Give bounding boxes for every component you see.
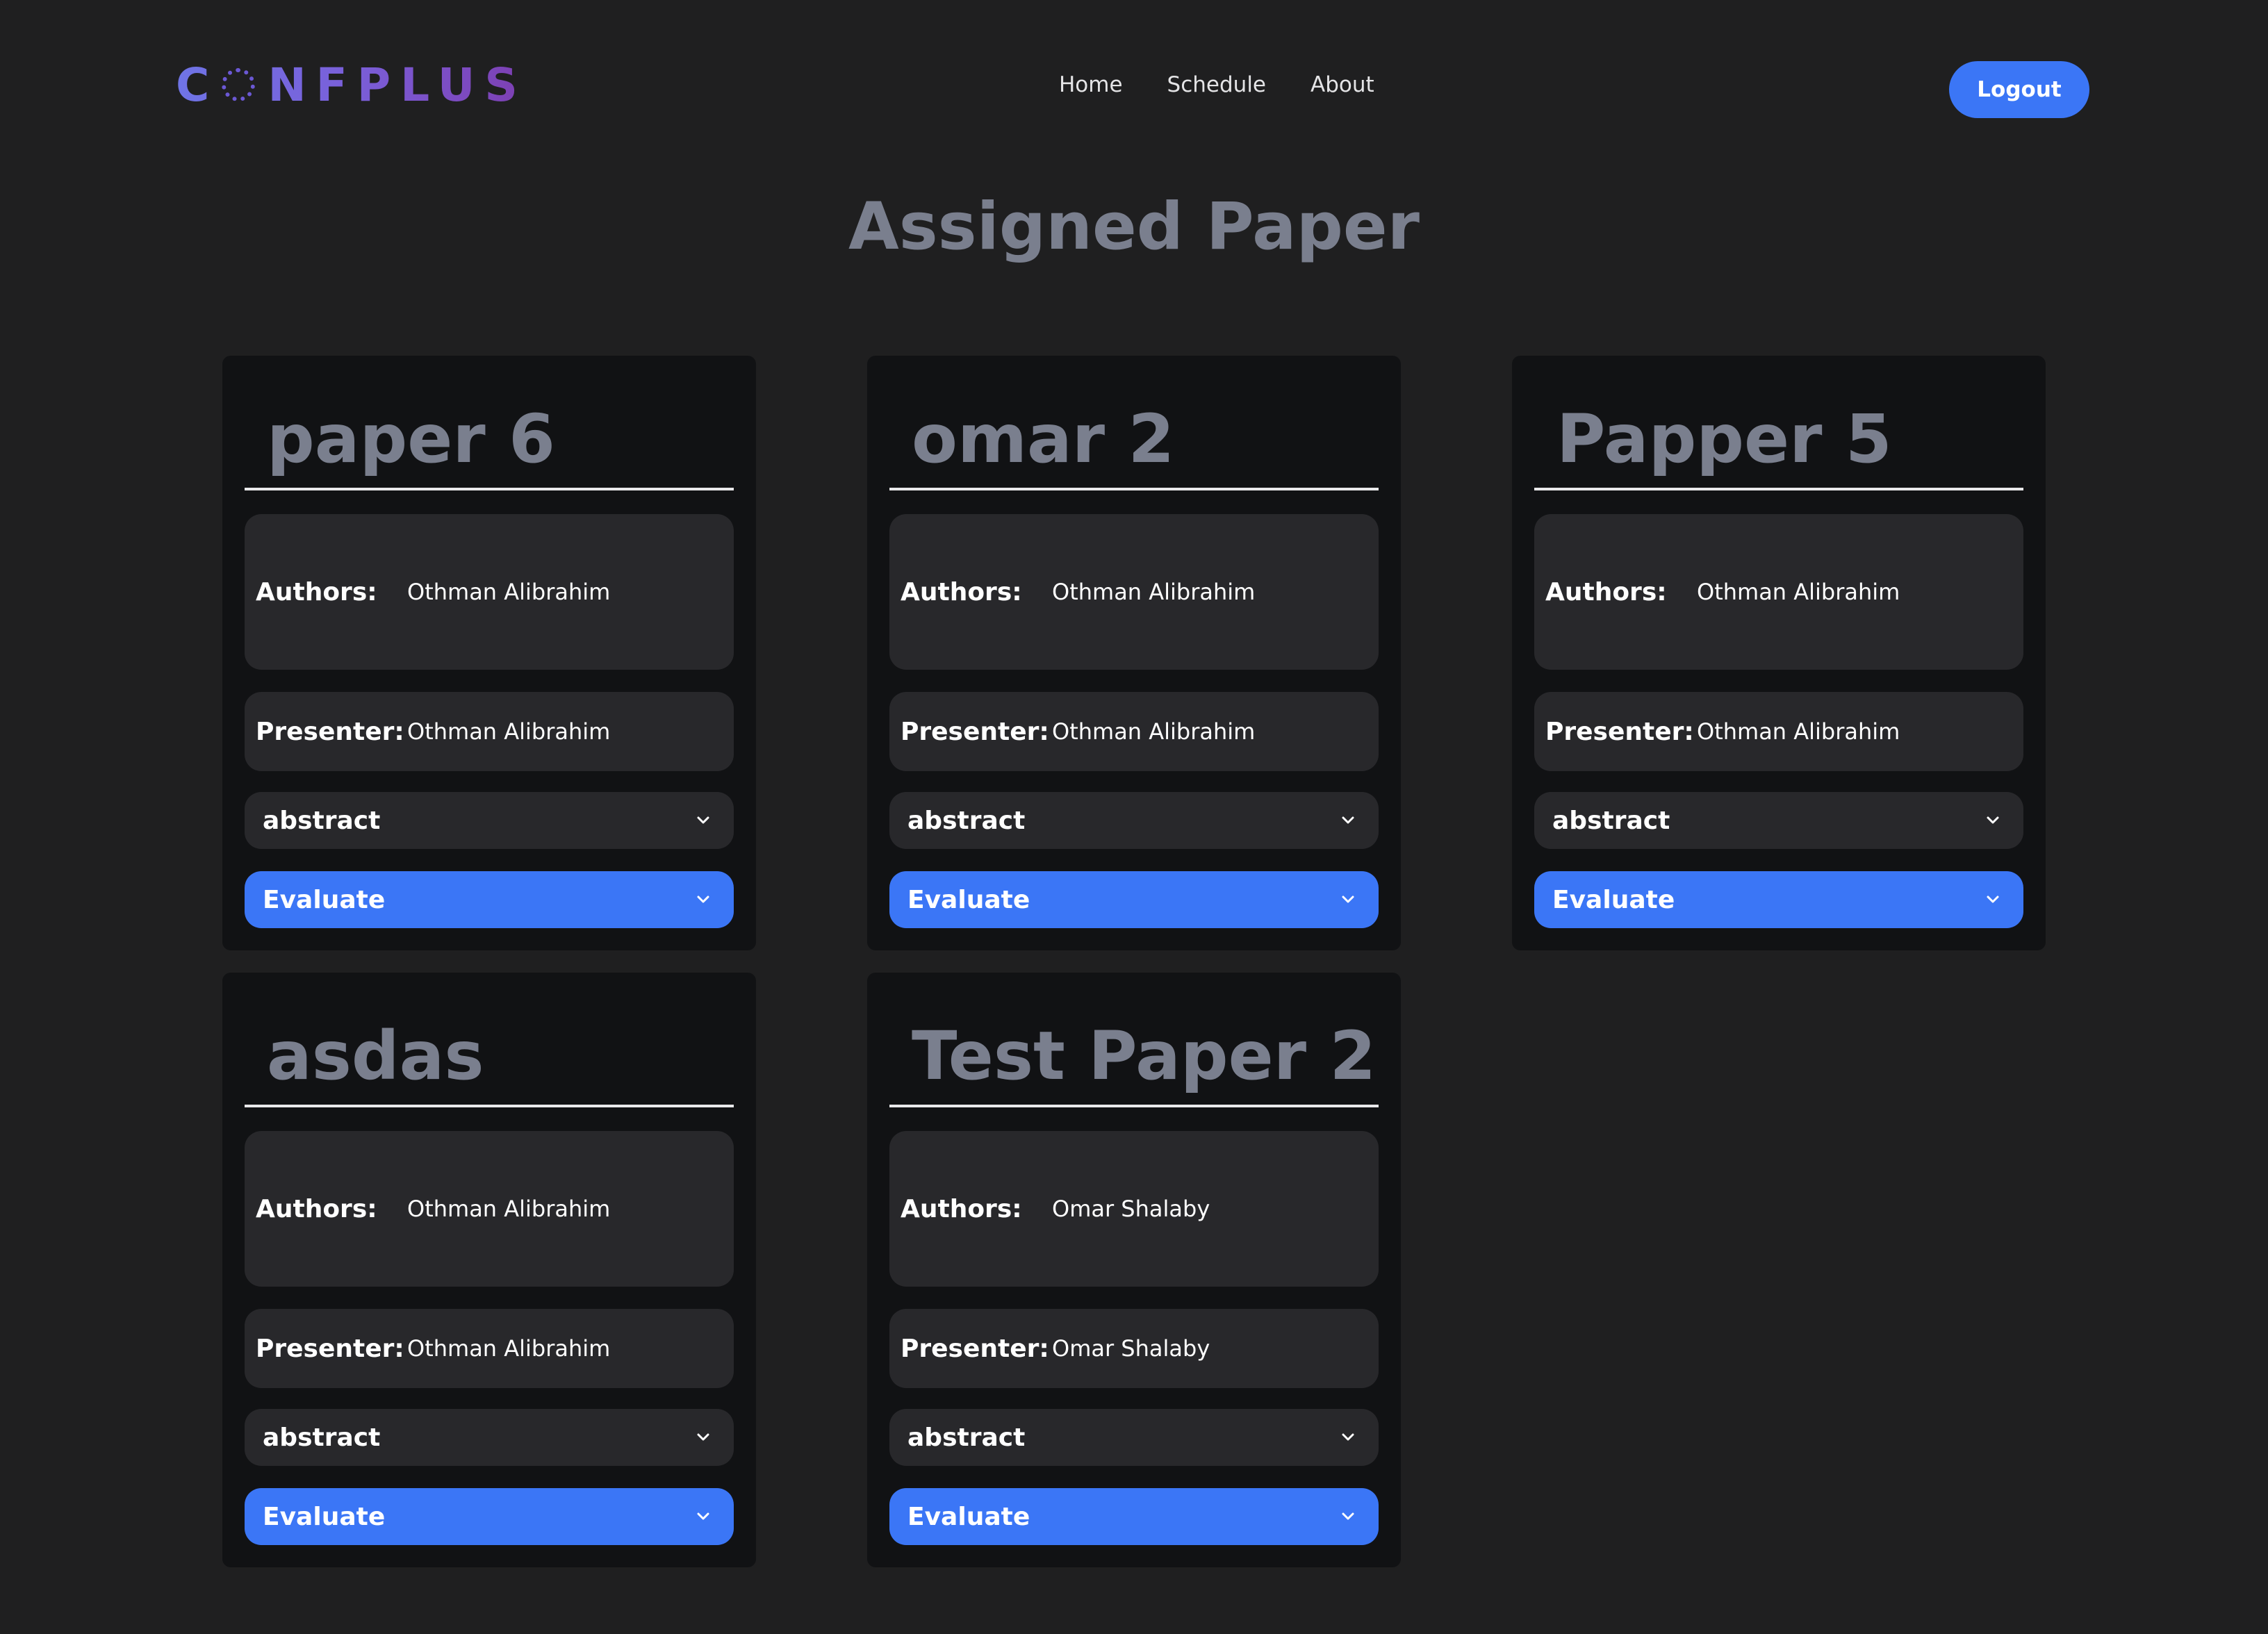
logo-ring-icon (222, 68, 256, 101)
chevron-down-icon (1987, 896, 1999, 903)
nav-schedule[interactable]: Schedule (1167, 72, 1266, 97)
paper-card: paper 6 Authors: Othman Alibrahim Presen… (222, 356, 756, 950)
authors-value: Othman Alibrahim (407, 1196, 611, 1222)
paper-title: Papper 5 (1556, 400, 1892, 478)
authors-label: Authors: (256, 577, 377, 606)
presenter-box: Presenter: Omar Shalaby (889, 1309, 1379, 1388)
paper-card: asdas Authors: Othman Alibrahim Presente… (222, 973, 756, 1567)
paper-title: omar 2 (912, 400, 1175, 478)
presenter-box: Presenter: Othman Alibrahim (1534, 692, 2023, 771)
presenter-label: Presenter: (901, 717, 1049, 746)
abstract-label: abstract (263, 1423, 381, 1452)
authors-value: Othman Alibrahim (1697, 579, 1900, 605)
chevron-down-icon (1987, 816, 1999, 824)
evaluate-dropdown[interactable]: Evaluate (1534, 871, 2023, 928)
authors-box: Authors: Othman Alibrahim (1534, 514, 2023, 670)
abstract-dropdown[interactable]: abstract (245, 1409, 734, 1466)
abstract-label: abstract (1552, 806, 1670, 835)
confplus-logo[interactable]: C NFPLUS (176, 60, 527, 110)
presenter-value: Omar Shalaby (1052, 1335, 1210, 1362)
abstract-label: abstract (907, 806, 1026, 835)
presenter-value: Othman Alibrahim (407, 1335, 611, 1362)
evaluate-label: Evaluate (263, 885, 386, 914)
authors-value: Omar Shalaby (1052, 1196, 1210, 1222)
title-divider (245, 488, 734, 490)
evaluate-label: Evaluate (907, 885, 1030, 914)
authors-box: Authors: Othman Alibrahim (245, 1131, 734, 1287)
abstract-dropdown[interactable]: abstract (889, 1409, 1379, 1466)
evaluate-dropdown[interactable]: Evaluate (889, 871, 1379, 928)
evaluate-label: Evaluate (1552, 885, 1675, 914)
authors-value: Othman Alibrahim (407, 579, 611, 605)
presenter-box: Presenter: Othman Alibrahim (889, 692, 1379, 771)
evaluate-dropdown[interactable]: Evaluate (245, 1488, 734, 1545)
title-divider (1534, 488, 2023, 490)
chevron-down-icon (1342, 1512, 1354, 1520)
chevron-down-icon (1342, 896, 1354, 903)
paper-card: Papper 5 Authors: Othman Alibrahim Prese… (1512, 356, 2046, 950)
authors-label: Authors: (901, 1194, 1022, 1223)
site-header: C NFPLUS Home Schedule About Logout (0, 0, 2268, 174)
presenter-box: Presenter: Othman Alibrahim (245, 1309, 734, 1388)
abstract-dropdown[interactable]: abstract (1534, 792, 2023, 849)
presenter-value: Othman Alibrahim (407, 718, 611, 745)
paper-title: asdas (267, 1017, 484, 1095)
nav-about[interactable]: About (1310, 72, 1374, 97)
authors-box: Authors: Omar Shalaby (889, 1131, 1379, 1287)
abstract-label: abstract (263, 806, 381, 835)
authors-label: Authors: (256, 1194, 377, 1223)
abstract-dropdown[interactable]: abstract (889, 792, 1379, 849)
evaluate-label: Evaluate (263, 1502, 386, 1531)
authors-label: Authors: (1545, 577, 1667, 606)
presenter-label: Presenter: (256, 717, 404, 746)
paper-card: omar 2 Authors: Othman Alibrahim Present… (867, 356, 1401, 950)
chevron-down-icon (1342, 1433, 1354, 1441)
evaluate-label: Evaluate (907, 1502, 1030, 1531)
title-divider (889, 1105, 1379, 1107)
paper-title: Test Paper 2 (912, 1017, 1377, 1095)
authors-box: Authors: Othman Alibrahim (889, 514, 1379, 670)
chevron-down-icon (697, 896, 709, 903)
presenter-value: Othman Alibrahim (1697, 718, 1900, 745)
chevron-down-icon (1342, 816, 1354, 824)
main-nav: Home Schedule About (1059, 72, 1374, 97)
title-divider (889, 488, 1379, 490)
evaluate-dropdown[interactable]: Evaluate (889, 1488, 1379, 1545)
authors-box: Authors: Othman Alibrahim (245, 514, 734, 670)
evaluate-dropdown[interactable]: Evaluate (245, 871, 734, 928)
logo-letter-c: C (176, 58, 220, 112)
presenter-box: Presenter: Othman Alibrahim (245, 692, 734, 771)
paper-card: Test Paper 2 Authors: Omar Shalaby Prese… (867, 973, 1401, 1567)
page-title: Assigned Paper (848, 189, 1420, 265)
presenter-value: Othman Alibrahim (1052, 718, 1256, 745)
chevron-down-icon (697, 1512, 709, 1520)
nav-home[interactable]: Home (1059, 72, 1123, 97)
chevron-down-icon (697, 1433, 709, 1441)
title-divider (245, 1105, 734, 1107)
authors-label: Authors: (901, 577, 1022, 606)
presenter-label: Presenter: (256, 1334, 404, 1363)
abstract-label: abstract (907, 1423, 1026, 1452)
logout-button[interactable]: Logout (1949, 61, 2089, 118)
authors-value: Othman Alibrahim (1052, 579, 1256, 605)
presenter-label: Presenter: (901, 1334, 1049, 1363)
logo-rest: NFPLUS (268, 58, 527, 112)
presenter-label: Presenter: (1545, 717, 1694, 746)
chevron-down-icon (697, 816, 709, 824)
paper-title: paper 6 (267, 400, 555, 478)
abstract-dropdown[interactable]: abstract (245, 792, 734, 849)
